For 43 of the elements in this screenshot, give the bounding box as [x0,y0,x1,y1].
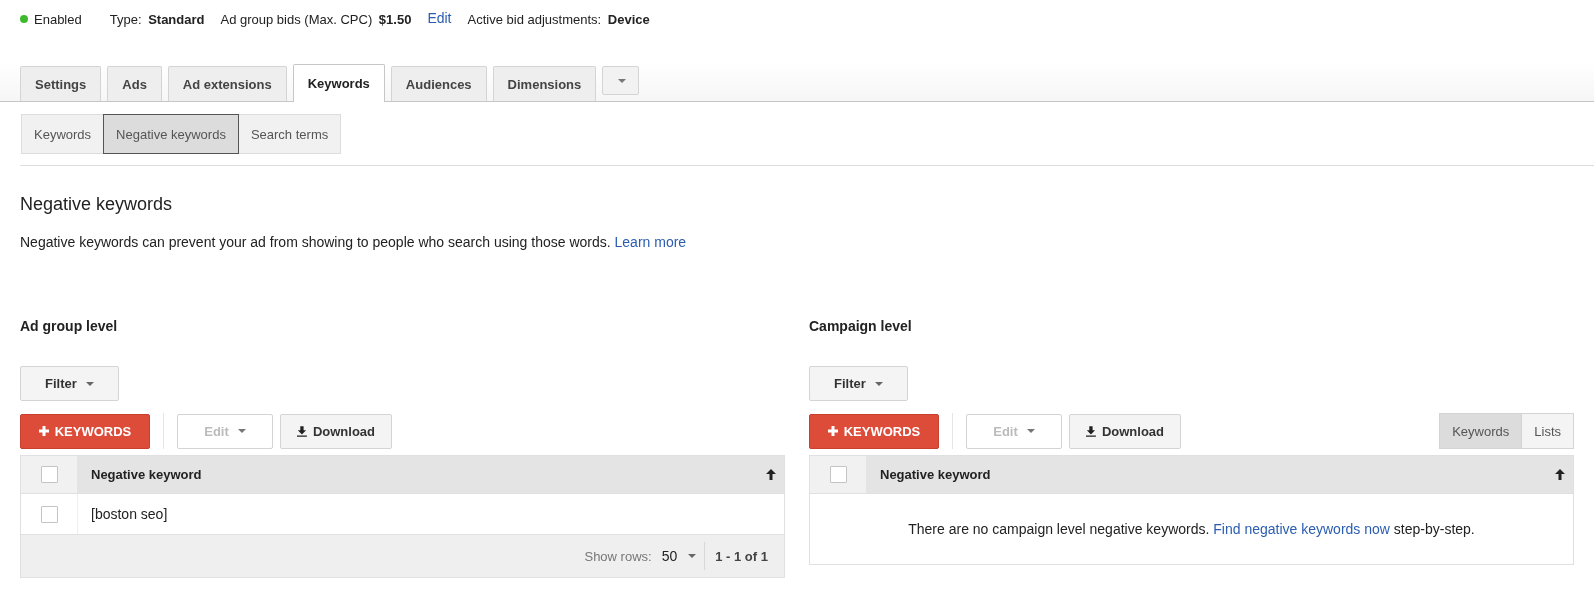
page-heading: Negative keywords [20,194,174,215]
select-all-checkbox[interactable] [40,466,58,483]
section-title: Campaign level [809,318,913,334]
summary-field: Active bid adjustments: Device [467,11,650,27]
filter-button[interactable]: Filter [809,366,908,401]
add-keywords-button[interactable]: KEYWORDS [809,413,939,449]
learn-more-link[interactable]: Learn more [614,234,687,250]
view-toggle-button[interactable]: Keywords [1439,413,1523,449]
tab[interactable]: Ad extensions [167,66,287,101]
sort-arrow-icon[interactable] [1555,469,1565,480]
summary-field: Type: Standard [109,11,205,27]
status-label: Enabled [20,11,82,27]
empty-message: There are no campaign level negative keywords. Find negative keywords now step-by-step. [908,521,1475,537]
summary-field: Ad group bids (Max. CPC) $1.50 [220,11,412,27]
sort-arrow-icon[interactable] [766,469,776,480]
row-checkbox[interactable] [40,505,58,523]
find-keywords-link[interactable]: Find negative keywords now [1213,521,1390,537]
download-button[interactable]: Download [280,413,392,449]
download-icon [297,424,307,438]
download-button[interactable]: Download [1069,413,1181,449]
add-keywords-button[interactable]: KEYWORDS [20,413,150,449]
subtab[interactable]: Negative keywords [103,114,239,154]
filter-button[interactable]: Filter [20,366,119,401]
rows-per-page-dropdown[interactable]: 50 [661,542,706,570]
tab[interactable]: Ads [107,66,162,101]
subtab[interactable]: Search terms [237,114,342,154]
select-all-checkbox[interactable] [829,466,847,483]
section-title: Ad group level [20,318,119,334]
more-tabs-button[interactable] [602,66,640,95]
tab[interactable]: Keywords [292,64,385,102]
tab[interactable]: Audiences [390,66,487,101]
tab[interactable]: Dimensions [492,66,597,101]
table-cell-text: [boston seo] [90,506,168,522]
plus-icon [38,426,49,436]
description-text: Negative keywords can prevent your ad from showing to people who search using those words. Learn more [20,234,688,250]
edit-link[interactable]: Edit [427,10,452,26]
subtab[interactable]: Keywords [21,114,105,154]
tab[interactable]: Settings [20,66,102,101]
pagination-range: 1 - 1 of 1 [715,548,768,564]
plus-icon [827,426,838,436]
view-toggle-button[interactable]: Lists [1521,413,1574,449]
show-rows-label: Show rows: [584,548,652,564]
download-icon [1086,424,1096,438]
